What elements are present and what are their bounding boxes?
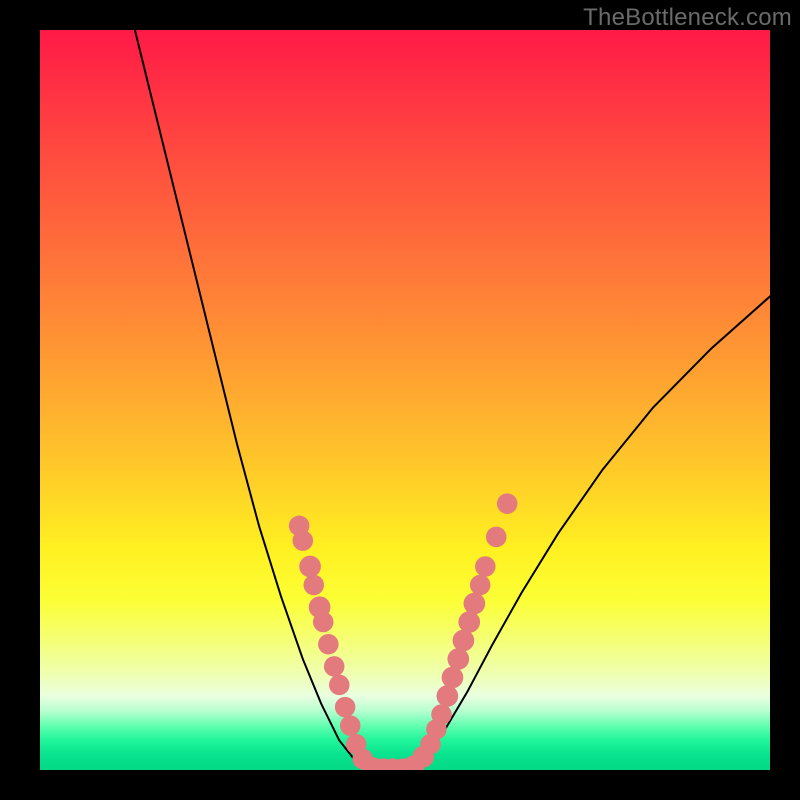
data-point <box>299 556 321 578</box>
data-point <box>442 667 464 689</box>
data-point <box>318 634 339 655</box>
data-point <box>335 697 356 718</box>
data-point <box>329 675 350 696</box>
data-point <box>303 575 324 596</box>
data-point <box>447 648 469 670</box>
data-point <box>324 656 345 677</box>
data-point <box>340 715 361 736</box>
data-point <box>437 685 459 707</box>
data-point <box>431 704 452 725</box>
chart-stage: TheBottleneck.com <box>0 0 800 800</box>
plot-area <box>40 30 770 770</box>
scatter-group <box>289 493 518 770</box>
watermark-text: TheBottleneck.com <box>583 4 792 32</box>
data-point <box>453 630 475 652</box>
data-point <box>497 493 518 514</box>
data-point <box>470 575 491 596</box>
data-point <box>313 612 334 633</box>
data-point <box>458 611 480 633</box>
data-point <box>293 530 314 551</box>
data-point <box>475 556 496 577</box>
data-point <box>486 527 507 548</box>
data-point <box>464 593 486 615</box>
chart-svg <box>40 30 770 770</box>
